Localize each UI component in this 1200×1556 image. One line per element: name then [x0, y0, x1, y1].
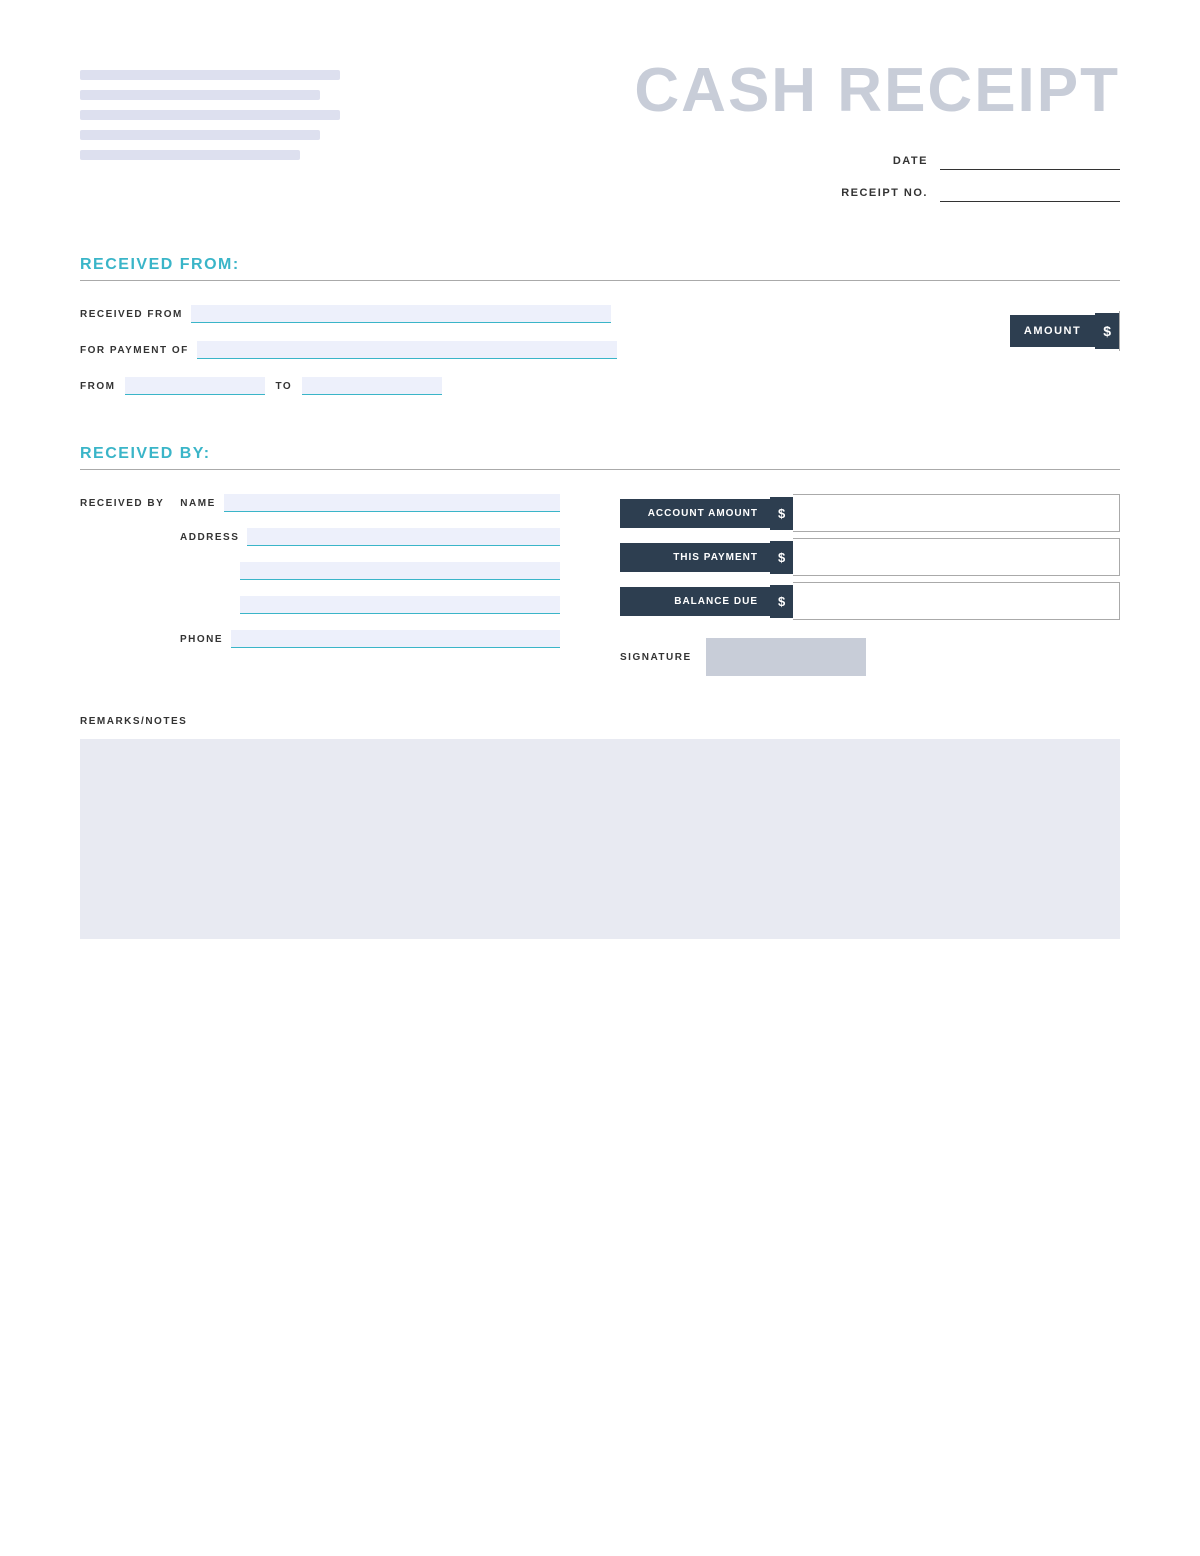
- balance-due-label: BALANCE DUE: [620, 587, 770, 616]
- received-from-row: RECEIVED FROM: [80, 305, 970, 323]
- account-amount-row: ACCOUNT AMOUNT $: [620, 494, 1120, 532]
- company-line-4: [80, 130, 320, 140]
- name-field[interactable]: [224, 494, 560, 512]
- this-payment-row: THIS PAYMENT $: [620, 538, 1120, 576]
- received-from-title: RECEIVED FROM:: [80, 256, 240, 273]
- from-label: FROM: [80, 381, 115, 392]
- signature-field[interactable]: [706, 638, 866, 676]
- account-amount-dollar: $: [770, 497, 793, 530]
- rb-name-row: RECEIVED BY NAME: [80, 494, 560, 512]
- company-line-1: [80, 70, 340, 80]
- phone-field[interactable]: [231, 630, 560, 648]
- remarks-section: REMARKS/NOTES: [80, 716, 1120, 939]
- rb-address-row-2: [180, 562, 560, 580]
- header: CASH RECEIPT DATE RECEIPT NO.: [80, 60, 1120, 216]
- received-by-label: RECEIVED BY: [80, 498, 164, 509]
- name-label: NAME: [180, 498, 215, 509]
- for-payment-label: FOR PAYMENT OF: [80, 345, 189, 356]
- amount-value-field[interactable]: [1119, 311, 1120, 351]
- company-line-5: [80, 150, 300, 160]
- received-from-left: RECEIVED FROM FOR PAYMENT OF FROM TO: [80, 305, 970, 405]
- from-field[interactable]: [125, 377, 265, 395]
- received-by-right: ACCOUNT AMOUNT $ THIS PAYMENT $ BALANCE …: [620, 494, 1120, 676]
- this-payment-dollar: $: [770, 541, 793, 574]
- for-payment-field[interactable]: [197, 341, 617, 359]
- address-field-3[interactable]: [240, 596, 560, 614]
- rb-address-row: ADDRESS: [180, 528, 560, 546]
- company-line-2: [80, 90, 320, 100]
- received-by-title: RECEIVED BY:: [80, 445, 211, 462]
- received-by-left: RECEIVED BY NAME ADDRESS PHONE: [80, 494, 560, 664]
- this-payment-label: THIS PAYMENT: [620, 543, 770, 572]
- account-amount-label: ACCOUNT AMOUNT: [620, 499, 770, 528]
- received-from-label: RECEIVED FROM: [80, 309, 183, 320]
- receipt-page: CASH RECEIPT DATE RECEIPT NO. RECEIVED F…: [0, 0, 1200, 1556]
- received-from-section: RECEIVED FROM: RECEIVED FROM FOR PAYMENT…: [80, 256, 1120, 405]
- date-label: DATE: [893, 155, 928, 167]
- account-amount-field[interactable]: [793, 494, 1120, 532]
- company-info: [80, 70, 360, 160]
- received-by-header: RECEIVED BY:: [80, 445, 1120, 470]
- address-label: ADDRESS: [180, 532, 239, 543]
- received-by-grid: RECEIVED BY NAME ADDRESS PHONE: [80, 494, 1120, 676]
- phone-label: PHONE: [180, 634, 223, 645]
- remarks-label: REMARKS/NOTES: [80, 716, 1120, 727]
- for-payment-row: FOR PAYMENT OF: [80, 341, 970, 359]
- address-field-2[interactable]: [240, 562, 560, 580]
- to-field[interactable]: [302, 377, 442, 395]
- date-row: DATE: [634, 152, 1120, 170]
- balance-due-dollar: $: [770, 585, 793, 618]
- rb-phone-row: PHONE: [180, 630, 560, 648]
- balance-due-row: BALANCE DUE $: [620, 582, 1120, 620]
- receipt-no-row: RECEIPT NO.: [634, 184, 1120, 202]
- address-field[interactable]: [247, 528, 560, 546]
- rb-address-row-3: [180, 596, 560, 614]
- from-to-row: FROM TO: [80, 377, 970, 395]
- received-from-field[interactable]: [191, 305, 611, 323]
- amount-label: AMOUNT: [1010, 315, 1095, 347]
- signature-row: SIGNATURE: [620, 638, 1120, 676]
- balance-due-field[interactable]: [793, 582, 1120, 620]
- amount-dollar-sign: $: [1095, 313, 1119, 349]
- company-line-3: [80, 110, 340, 120]
- amount-container: AMOUNT $: [1010, 311, 1120, 351]
- this-payment-field[interactable]: [793, 538, 1120, 576]
- receipt-no-label: RECEIPT NO.: [841, 187, 928, 199]
- to-label: TO: [275, 381, 292, 392]
- receipt-no-field[interactable]: [940, 184, 1120, 202]
- received-by-section: RECEIVED BY: RECEIVED BY NAME ADDRESS: [80, 445, 1120, 676]
- remarks-box[interactable]: [80, 739, 1120, 939]
- date-field[interactable]: [940, 152, 1120, 170]
- header-right: CASH RECEIPT DATE RECEIPT NO.: [634, 60, 1120, 216]
- document-title: CASH RECEIPT: [634, 60, 1120, 122]
- received-from-header: RECEIVED FROM:: [80, 256, 1120, 281]
- signature-label: SIGNATURE: [620, 652, 692, 663]
